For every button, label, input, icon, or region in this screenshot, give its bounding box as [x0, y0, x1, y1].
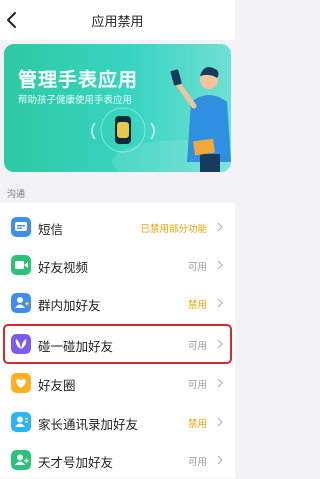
item-label: 好友视频	[38, 260, 89, 275]
item-label: 家长通讯录加好友	[38, 417, 139, 432]
chevron-right-icon	[217, 222, 223, 232]
chevron-right-icon	[217, 455, 223, 465]
user-plus-icon	[11, 450, 31, 470]
status-text: 禁用	[187, 419, 207, 430]
message-icon	[11, 217, 31, 237]
status-text: 可用	[187, 380, 207, 391]
list-item[interactable]: 短信 已禁用部分功能	[0, 208, 235, 246]
item-label: 群内加好友	[38, 298, 101, 313]
status-text: 已禁用部分功能	[140, 224, 207, 235]
butterfly-icon	[11, 334, 31, 354]
item-label: 碰一碰加好友	[38, 339, 114, 354]
banner-title: 管理手表应用	[18, 69, 139, 91]
item-label: 好友圈	[38, 378, 76, 393]
page-title: 应用禁用	[91, 15, 144, 30]
chevron-right-icon	[217, 378, 223, 388]
contacts-icon	[11, 412, 31, 432]
list-item[interactable]: 好友视频 可用	[0, 246, 235, 284]
list-item[interactable]: 好友圈 可用	[0, 364, 235, 402]
chevron-right-icon	[217, 339, 223, 349]
status-text: 可用	[187, 457, 207, 468]
list-item[interactable]: 碰一碰加好友 可用	[0, 325, 235, 363]
heart-icon	[11, 373, 31, 393]
banner: 管理手表应用 帮助孩子健康使用手表应用	[4, 44, 231, 172]
chevron-right-icon	[217, 298, 223, 308]
video-camera-icon	[11, 255, 31, 275]
list-item[interactable]: 群内加好友 禁用	[0, 284, 235, 322]
chevron-right-icon	[217, 260, 223, 270]
header-bar: 应用禁用	[0, 0, 235, 40]
banner-illustration	[91, 67, 231, 172]
status-text: 可用	[187, 341, 207, 352]
status-text: 禁用	[187, 300, 207, 311]
section-label: 沟通	[7, 190, 26, 200]
app-list: 短信 已禁用部分功能 好友视频 可用 群内加好友 禁用 碰一碰加好友 可用 好友…	[0, 203, 235, 478]
banner-subtitle: 帮助孩子健康使用手表应用	[18, 95, 133, 106]
list-item[interactable]: 天才号加好友 可用	[0, 441, 235, 479]
list-item[interactable]: 家长通讯录加好友 禁用	[0, 403, 235, 441]
add-user-icon	[11, 293, 31, 313]
item-label: 短信	[38, 222, 64, 237]
chevron-right-icon	[217, 417, 223, 427]
status-text: 可用	[187, 262, 207, 273]
item-label: 天才号加好友	[38, 455, 114, 470]
